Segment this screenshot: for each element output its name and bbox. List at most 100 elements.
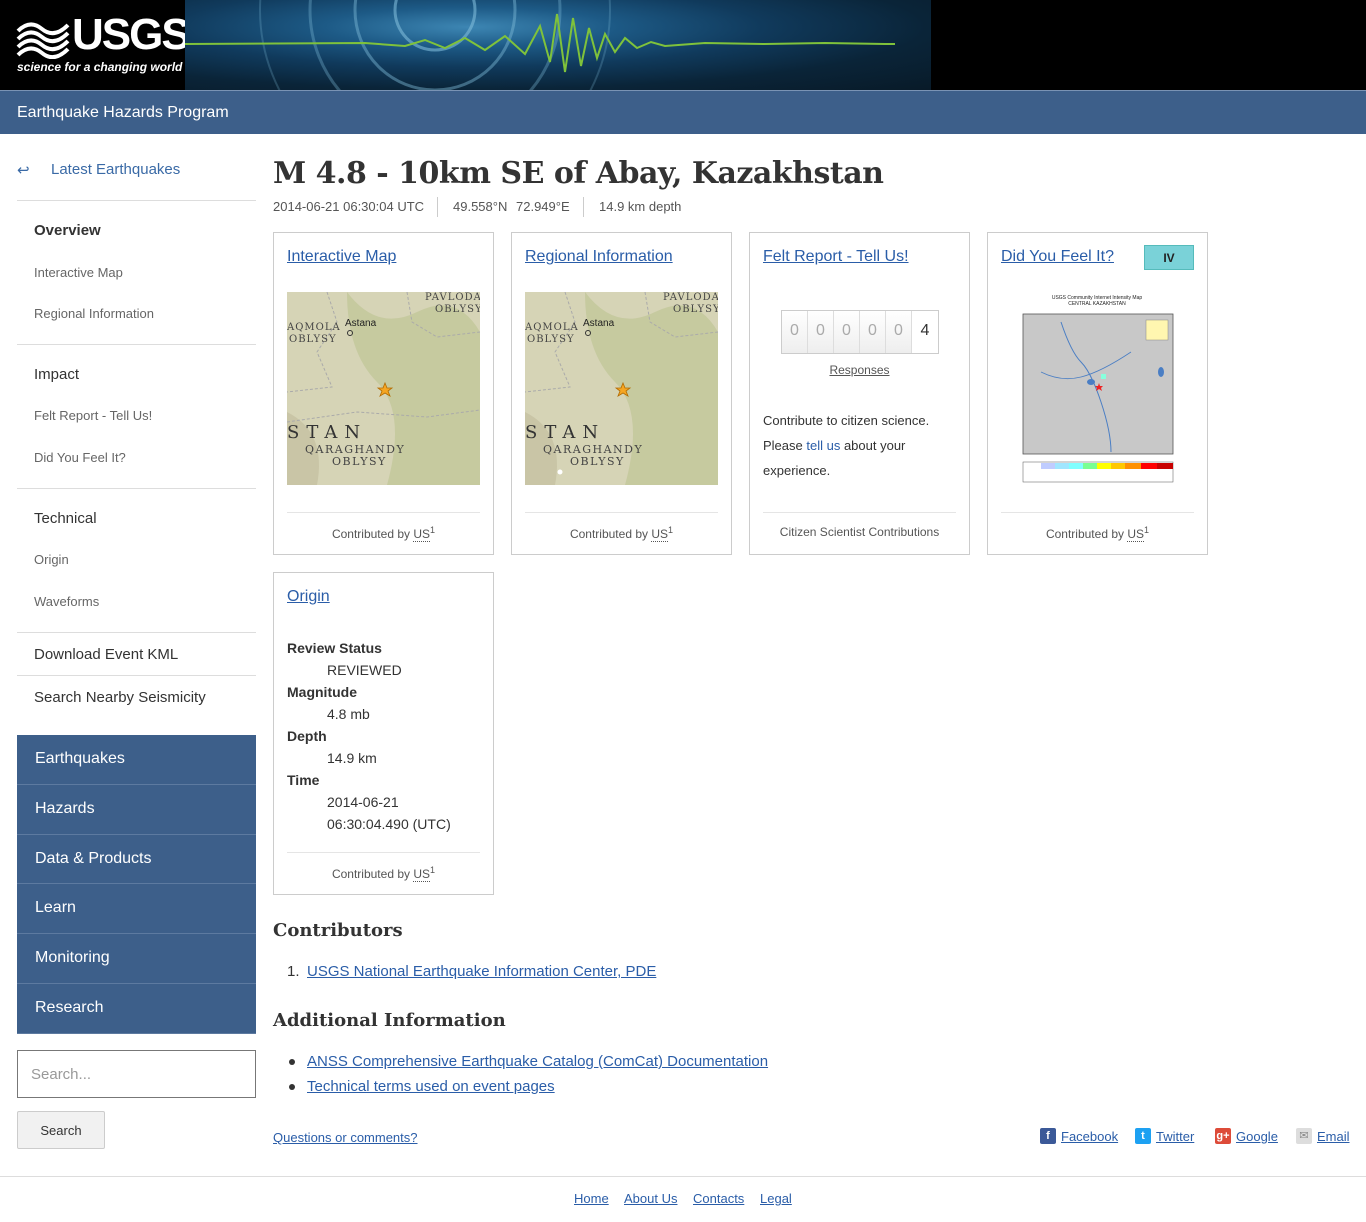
card-divider: [1001, 512, 1194, 513]
twitter-icon: t: [1135, 1128, 1151, 1144]
counter-digit: 0: [860, 311, 886, 353]
search-input[interactable]: Search...: [17, 1050, 256, 1098]
sidebar-divider: [17, 675, 256, 676]
svg-text:OBLYSY: OBLYSY: [332, 455, 387, 468]
regional-information-link[interactable]: Regional Information: [525, 248, 673, 266]
nav-item-hazards[interactable]: Hazards: [17, 784, 256, 835]
svg-text:STAN: STAN: [287, 422, 367, 443]
nav-item-data-products[interactable]: Data & Products: [17, 834, 256, 885]
program-title[interactable]: Earthquake Hazards Program: [17, 104, 229, 122]
nav-item-monitoring[interactable]: Monitoring: [17, 934, 256, 984]
nav-item-research[interactable]: Research: [17, 983, 256, 1034]
card-footer: Contributed by US1: [274, 865, 493, 882]
site-header: USGS science for a changing world: [0, 0, 1366, 90]
footer-legal-link[interactable]: Legal: [760, 1191, 792, 1206]
interactive-map-link[interactable]: Interactive Map: [287, 248, 396, 266]
card-footer: Citizen Scientist Contributions: [779, 525, 940, 539]
site-nav-menu: Earthquakes Hazards Data & Products Lear…: [17, 735, 256, 1034]
time-clock-value: 06:30:04.490 (UTC): [327, 816, 451, 832]
comcat-docs-link[interactable]: ANSS Comprehensive Earthquake Catalog (C…: [307, 1053, 768, 1070]
contributor-link[interactable]: US: [1127, 527, 1145, 542]
event-map-thumbnail[interactable]: PAVLODA OBLYSY AQMOLA OBLYSY Astana STAN…: [287, 292, 480, 485]
svg-text:OBLYSY: OBLYSY: [435, 304, 480, 315]
sidebar-item-dyfi[interactable]: Did You Feel It?: [34, 450, 126, 465]
responses-counter: 0 0 0 0 0 4: [781, 310, 939, 354]
footnote-ref: 1: [430, 865, 436, 875]
program-bar: Earthquake Hazards Program: [0, 90, 1366, 134]
counter-digit: 4: [912, 311, 938, 353]
questions-link[interactable]: Questions or comments?: [273, 1130, 418, 1145]
origin-details: Review Status REVIEWED Magnitude 4.8 mb …: [287, 640, 451, 838]
divider: [437, 197, 438, 217]
dyfi-card[interactable]: Did You Feel It? IV USGS Community Inter…: [987, 232, 1208, 555]
list-number: 1.: [287, 963, 300, 980]
regional-information-card[interactable]: Regional Information PAVLODA OBLYSY AQMO…: [511, 232, 732, 555]
event-time: 2014-06-21 06:30:04 UTC: [273, 199, 425, 214]
usgs-wave-icon: [16, 22, 70, 59]
svg-text:PAVLODA: PAVLODA: [425, 292, 480, 303]
origin-card[interactable]: Origin Review Status REVIEWED Magnitude …: [273, 572, 494, 895]
page-title: M 4.8 - 10km SE of Abay, Kazakhstan: [273, 156, 884, 191]
contributed-by-label: Contributed by: [331, 867, 410, 881]
counter-digit: 0: [808, 311, 834, 353]
sidebar-item-felt-report[interactable]: Felt Report - Tell Us!: [34, 408, 152, 423]
time-label: Time: [287, 772, 320, 788]
nav-item-earthquakes[interactable]: Earthquakes: [17, 735, 256, 785]
contributor-link[interactable]: US: [651, 527, 669, 542]
search-button[interactable]: Search: [17, 1111, 105, 1149]
technical-terms-link[interactable]: Technical terms used on event pages: [307, 1078, 555, 1095]
contributed-by-label: Contributed by: [1045, 527, 1124, 541]
facebook-icon: f: [1040, 1128, 1056, 1144]
sidebar-item-overview[interactable]: Overview: [34, 222, 101, 239]
event-depth: 14.9 km depth: [599, 199, 682, 214]
download-kml-link[interactable]: Download Event KML: [34, 646, 178, 663]
email-icon: ✉: [1296, 1128, 1312, 1144]
footnote-ref: 1: [1144, 525, 1150, 535]
google-label: Google: [1236, 1129, 1278, 1144]
usgs-logo[interactable]: USGS science for a changing world: [16, 13, 191, 77]
contributor-link[interactable]: US: [413, 867, 431, 882]
footnote-ref: 1: [430, 525, 436, 535]
sidebar-item-origin[interactable]: Origin: [34, 552, 69, 567]
dyfi-link[interactable]: Did You Feel It?: [1001, 248, 1114, 266]
sidebar-item-interactive-map[interactable]: Interactive Map: [34, 265, 123, 280]
responses-label[interactable]: Responses: [750, 363, 969, 377]
contributor-neic-link[interactable]: USGS National Earthquake Information Cen…: [307, 963, 656, 980]
felt-report-card[interactable]: Felt Report - Tell Us! 0 0 0 0 0 4 Respo…: [749, 232, 970, 555]
interactive-map-card[interactable]: Interactive Map PAVLODA OBLYSY AQMOLA OB…: [273, 232, 494, 555]
logo-tagline: science for a changing world: [17, 60, 183, 74]
tell-us-link[interactable]: tell us: [806, 438, 840, 453]
dyfi-intensity-map[interactable]: USGS Community Internet Intensity Map CE…: [1001, 292, 1194, 497]
sidebar-divider: [17, 344, 256, 345]
origin-link[interactable]: Origin: [287, 588, 330, 606]
sidebar-divider: [17, 200, 256, 201]
sidebar-item-impact[interactable]: Impact: [34, 366, 79, 383]
card-footer: Contributed by US1: [988, 525, 1207, 542]
felt-description: Contribute to citizen science. Please te…: [763, 408, 958, 483]
logo-text: USGS: [72, 10, 191, 59]
footer-home-link[interactable]: Home: [574, 1191, 609, 1206]
depth-value: 14.9 km: [327, 750, 377, 766]
svg-text:Astana: Astana: [583, 318, 615, 329]
contributor-link[interactable]: US: [413, 527, 431, 542]
sidebar-item-technical[interactable]: Technical: [34, 510, 97, 527]
svg-text:PAVLODA: PAVLODA: [663, 292, 718, 303]
sidebar-item-waveforms[interactable]: Waveforms: [34, 594, 99, 609]
footer-contacts-link[interactable]: Contacts: [693, 1191, 744, 1206]
depth-label: Depth: [287, 728, 327, 744]
footer-about-link[interactable]: About Us: [624, 1191, 677, 1206]
svg-text:AQMOLA: AQMOLA: [525, 322, 579, 333]
email-label: Email: [1317, 1129, 1350, 1144]
counter-digit: 0: [886, 311, 912, 353]
svg-text:AQMOLA: AQMOLA: [287, 322, 341, 333]
contributed-by-label: Contributed by: [569, 527, 648, 541]
nav-item-learn[interactable]: Learn: [17, 884, 256, 935]
additional-info-heading: Additional Information: [273, 1010, 506, 1031]
sidebar-item-regional-information[interactable]: Regional Information: [34, 306, 154, 321]
regional-map-thumbnail[interactable]: PAVLODA OBLYSY AQMOLA OBLYSY Astana STAN…: [525, 292, 718, 485]
felt-report-link[interactable]: Felt Report - Tell Us!: [763, 248, 909, 266]
search-nearby-link[interactable]: Search Nearby Seismicity: [34, 689, 206, 706]
seismogram-banner: [185, 0, 931, 90]
contributors-heading: Contributors: [273, 920, 403, 941]
sidebar-divider: [17, 488, 256, 489]
